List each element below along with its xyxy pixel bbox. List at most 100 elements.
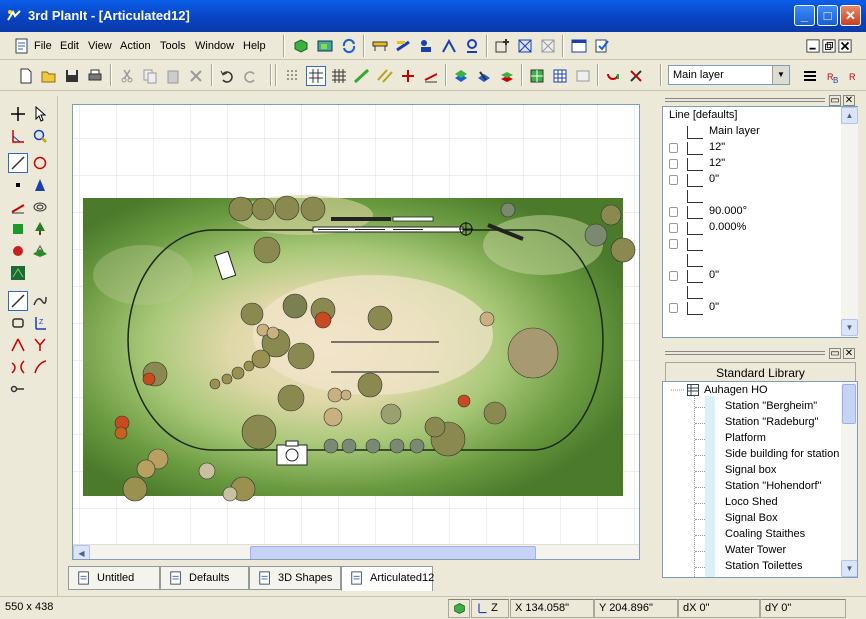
library-item[interactable]: Station Toilettes [725, 560, 802, 572]
connect-icon[interactable] [603, 66, 623, 86]
print-icon[interactable] [85, 66, 105, 86]
menu-action[interactable]: Action [120, 40, 151, 52]
library-group-label[interactable]: Auhagen HO [704, 384, 768, 396]
menu-window[interactable]: Window [195, 40, 234, 52]
maximize-button[interactable]: □ [817, 5, 838, 26]
rgb-alt-icon[interactable]: R [846, 66, 866, 86]
grade-tool-icon[interactable] [8, 197, 28, 217]
z-status[interactable]: Z [471, 599, 509, 618]
copy-icon[interactable] [140, 66, 160, 86]
delete-grid-icon[interactable] [538, 36, 558, 56]
line-weight-icon[interactable] [800, 66, 820, 86]
menu-help[interactable]: Help [243, 40, 266, 52]
measure-icon[interactable] [421, 66, 441, 86]
map-tool-icon[interactable] [8, 263, 28, 283]
fine-grid-icon[interactable] [329, 66, 349, 86]
add-object-icon[interactable] [492, 36, 512, 56]
lock-icon[interactable] [669, 223, 678, 233]
layer-select[interactable]: Main layer ▼ [668, 65, 790, 85]
camera-icon[interactable] [276, 440, 308, 466]
library-scrollbar[interactable]: ▼ [841, 382, 857, 577]
minimize-button[interactable]: _ [794, 5, 815, 26]
delete-icon[interactable] [186, 66, 206, 86]
tab-articulated12[interactable]: Articulated12 [341, 566, 434, 591]
connector-tool-icon[interactable] [8, 379, 28, 399]
lock-icon[interactable] [669, 159, 678, 169]
library-item[interactable]: Coaling Staithes [725, 528, 805, 540]
paste-icon[interactable] [163, 66, 183, 86]
scroll-up-icon[interactable]: ▲ [841, 107, 858, 124]
table-icon[interactable] [550, 66, 570, 86]
z-axis-tool-icon[interactable]: Z [30, 313, 50, 333]
library-scroll-thumb[interactable] [842, 384, 856, 424]
library-item[interactable]: Station "Bergheim" [725, 400, 817, 412]
mdi-minimize-button[interactable] [806, 36, 820, 56]
figure-icon[interactable] [462, 36, 482, 56]
refresh-icon[interactable] [339, 36, 359, 56]
terrain-grid-icon[interactable] [527, 66, 547, 86]
menu-tools[interactable]: Tools [160, 40, 186, 52]
panel-close-button[interactable]: ✕ [843, 348, 855, 359]
curve-turnout-tool-icon[interactable] [30, 357, 50, 377]
grid-icon[interactable] [306, 66, 326, 86]
window-icon[interactable] [569, 36, 589, 56]
switch-tool-icon[interactable] [393, 36, 413, 56]
turnout-y-tool-icon[interactable] [30, 335, 50, 355]
mdi-close-button[interactable] [838, 36, 852, 56]
menu-view[interactable]: View [88, 40, 112, 52]
image-icon[interactable] [573, 66, 593, 86]
track-tool-icon[interactable] [370, 36, 390, 56]
spiral-tool-icon[interactable] [30, 197, 50, 217]
tab-untitled[interactable]: Untitled [68, 566, 160, 590]
panel-close-button[interactable]: ✕ [843, 95, 855, 106]
chevron-down-icon[interactable]: ▼ [772, 66, 789, 84]
library-item[interactable]: Station "Hohendorf" [725, 480, 821, 492]
3d-box-icon[interactable] [291, 36, 311, 56]
lock-icon[interactable] [669, 271, 678, 281]
lock-icon[interactable] [669, 207, 678, 217]
zoom-tool-icon[interactable] [30, 126, 50, 146]
library-item[interactable]: Signal box [725, 464, 776, 476]
straight-track-tool-icon[interactable] [8, 291, 28, 311]
horizontal-scroll-thumb[interactable] [250, 546, 536, 559]
library-title-button[interactable]: Standard Library [665, 362, 856, 382]
layout-canvas[interactable]: ▲ ▼ ◀ ▶ [72, 104, 640, 560]
save-icon[interactable] [62, 66, 82, 86]
scroll-down-icon[interactable]: ▼ [841, 319, 858, 336]
double-track-icon[interactable] [375, 66, 395, 86]
grid-select-icon[interactable] [515, 36, 535, 56]
redo-icon[interactable] [240, 66, 260, 86]
lock-icon[interactable] [669, 303, 678, 313]
menu-file[interactable]: File [34, 40, 52, 52]
rectangle-tool-icon[interactable] [8, 313, 28, 333]
open-folder-icon[interactable] [39, 66, 59, 86]
crosshair-tool-icon[interactable] [8, 104, 28, 124]
library-item[interactable]: Platform [725, 432, 766, 444]
tab-defaults[interactable]: Defaults [160, 566, 249, 590]
tab-3d-shapes[interactable]: 3D Shapes [249, 566, 341, 590]
crossing-tool-icon[interactable] [8, 357, 28, 377]
circle-tool-icon[interactable] [30, 153, 50, 173]
line-tool-icon[interactable] [8, 153, 28, 173]
library-item[interactable]: Signal Box [725, 512, 778, 524]
cut-icon[interactable] [117, 66, 137, 86]
scroll-down-icon[interactable]: ▼ [841, 560, 857, 577]
close-button[interactable]: ✕ [840, 5, 861, 26]
properties-check-icon[interactable] [592, 36, 612, 56]
properties-scrollbar[interactable]: ▲ ▼ [841, 107, 858, 337]
library-item[interactable]: Side building for station ' [725, 448, 845, 460]
track-curve-icon[interactable] [352, 66, 372, 86]
text-tool-icon[interactable] [30, 175, 50, 195]
curve-track-tool-icon[interactable] [30, 291, 50, 311]
3d-view-icon[interactable] [315, 36, 335, 56]
layers-stack-icon[interactable] [497, 66, 517, 86]
undo-icon[interactable] [217, 66, 237, 86]
track-plan[interactable] [73, 105, 640, 544]
library-item[interactable]: Station "Radeburg" [725, 416, 818, 428]
panel-pin-button[interactable]: ▭ [829, 348, 841, 359]
menu-edit[interactable]: Edit [60, 40, 79, 52]
terrain-tool-icon[interactable] [30, 241, 50, 261]
mdi-restore-button[interactable] [822, 36, 836, 56]
rectangle-fill-tool-icon[interactable] [8, 219, 28, 239]
dots-grid-icon[interactable] [283, 66, 303, 86]
